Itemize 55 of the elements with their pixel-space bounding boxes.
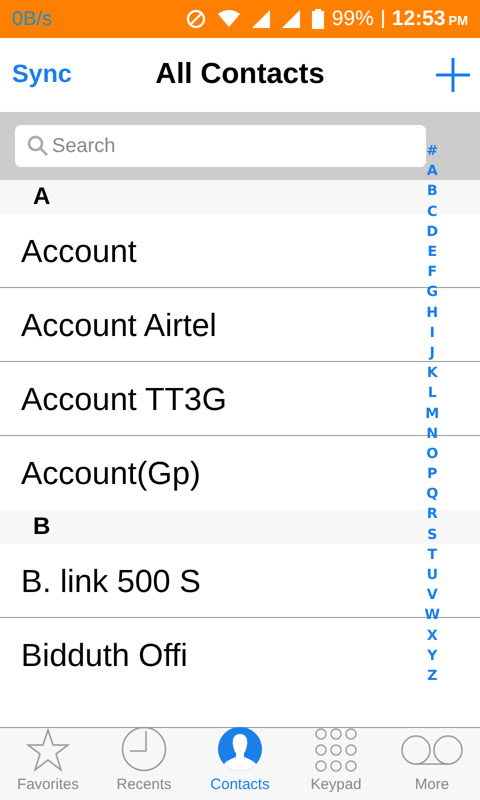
index-letter[interactable]: S xyxy=(427,524,438,545)
index-letter[interactable]: Q xyxy=(426,484,438,504)
index-letter[interactable]: K xyxy=(426,363,438,384)
battery-percent: 99% xyxy=(332,6,374,32)
screen-title: All Contacts xyxy=(155,57,325,92)
voicemail-icon xyxy=(401,734,463,765)
wifi-icon xyxy=(218,10,240,28)
tab-button[interactable]: Contacts xyxy=(192,728,288,800)
index-letter[interactable]: W xyxy=(424,605,440,626)
index-letter[interactable]: R xyxy=(426,504,438,525)
do-not-disturb-icon xyxy=(186,9,206,29)
clock-time: 12:53 xyxy=(392,6,446,32)
index-letter[interactable]: D xyxy=(426,222,438,242)
index-letter[interactable]: M xyxy=(425,403,440,424)
contact-name[interactable]: Account xyxy=(21,226,137,274)
index-letter[interactable]: G xyxy=(426,282,438,302)
clock-period: PM xyxy=(448,12,468,30)
search-field[interactable]: Search xyxy=(15,125,426,167)
sync-button[interactable]: Sync xyxy=(12,56,72,94)
contact-name[interactable]: Account TT3G xyxy=(21,374,227,422)
index-letter[interactable]: H xyxy=(426,302,438,323)
section-header: A xyxy=(33,182,50,212)
index-letter[interactable]: P xyxy=(427,464,438,484)
search-icon xyxy=(27,135,49,157)
contact-name[interactable]: Bidduth Offi xyxy=(21,631,188,679)
tab-button[interactable]: Favorites xyxy=(0,728,96,800)
index-letter[interactable]: F xyxy=(427,262,438,282)
index-letter[interactable]: C xyxy=(427,202,438,222)
contact-name[interactable]: Account(Gp) xyxy=(21,449,201,497)
index-letter[interactable]: L xyxy=(428,383,437,404)
index-letter[interactable]: # xyxy=(426,141,438,162)
index-letter[interactable]: A xyxy=(426,161,438,182)
tab-button[interactable]: Keypad xyxy=(288,728,384,800)
index-letter[interactable]: N xyxy=(426,424,438,444)
index-letter[interactable]: J xyxy=(430,342,435,364)
index-letter[interactable]: Y xyxy=(427,646,438,666)
index-letter[interactable]: O xyxy=(426,444,438,464)
tab-button[interactable]: Recents xyxy=(96,728,192,800)
add-icon[interactable] xyxy=(436,58,470,92)
index-letter[interactable]: T xyxy=(427,544,438,565)
index-letter[interactable]: Z xyxy=(427,666,438,686)
index-letter[interactable]: U xyxy=(426,564,438,586)
index-letter[interactable]: X xyxy=(426,626,438,646)
tab-button[interactable]: More xyxy=(384,728,480,800)
network-speed: 0B/s xyxy=(12,7,52,32)
signal-icon xyxy=(252,10,270,28)
index-letter[interactable]: E xyxy=(427,242,438,262)
contact-name[interactable]: Account Airtel xyxy=(21,300,217,348)
signal-icon xyxy=(282,10,300,28)
index-letter[interactable]: B xyxy=(426,181,438,202)
battery-icon xyxy=(312,9,324,29)
index-letter[interactable]: I xyxy=(430,322,435,343)
section-header: B xyxy=(33,512,50,542)
contact-name[interactable]: B. link 500 S xyxy=(21,556,201,604)
index-letter[interactable]: V xyxy=(426,585,438,606)
